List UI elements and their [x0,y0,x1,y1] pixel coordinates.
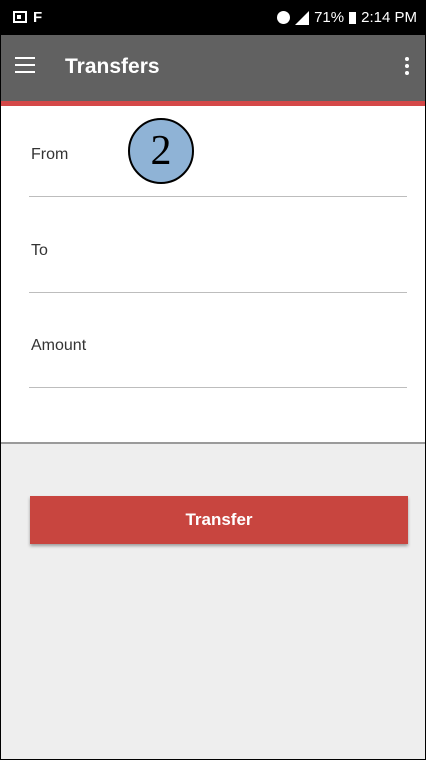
phone-screen: F 71% 2:14 PM Transfers From To Amount 2… [0,0,426,760]
amount-field: Amount [29,337,407,397]
status-bar: F 71% 2:14 PM [1,1,425,35]
from-field: From [29,146,407,206]
amount-input[interactable] [29,359,407,388]
from-label: From [31,146,69,163]
transfer-button[interactable]: Transfer [30,496,408,544]
amount-label: Amount [31,337,87,354]
menu-icon[interactable] [15,57,35,73]
alarm-icon [277,11,291,24]
battery-percent: 71% [314,9,345,26]
step-number-badge: 2 [128,118,194,184]
transfer-form: From To Amount [1,106,425,444]
from-input[interactable] [29,168,407,197]
flipboard-icon: F [33,9,43,26]
overflow-menu-icon[interactable] [405,57,409,78]
battery-icon [349,11,357,24]
signal-icon [295,10,310,25]
to-input[interactable] [29,264,407,293]
status-time: 2:14 PM [361,9,417,26]
image-icon [13,11,27,23]
app-bar: Transfers [1,35,425,101]
status-left-icons: F [13,9,43,26]
to-label: To [31,242,48,259]
status-right: 71% 2:14 PM [277,9,417,26]
to-field: To [29,242,407,302]
page-title: Transfers [65,55,160,78]
